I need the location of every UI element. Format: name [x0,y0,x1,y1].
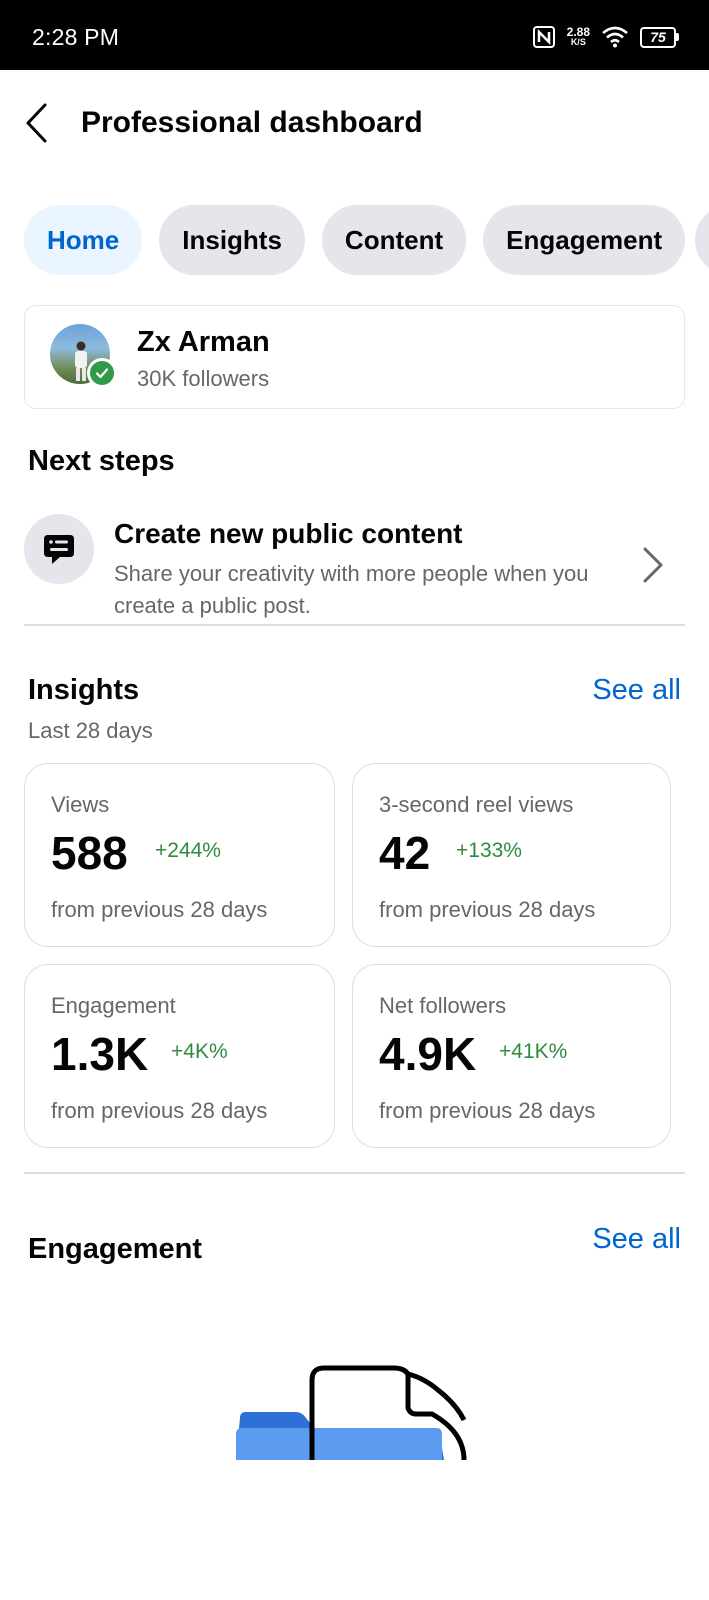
divider [24,1172,685,1174]
back-button[interactable] [18,100,58,146]
status-time: 2:28 PM [32,24,120,50]
card-value: 4.9K [379,1028,477,1080]
wifi-icon [602,26,628,48]
card-label: Views [51,792,110,817]
step-title: Create new public content [114,518,463,549]
profile-name: Zx Arman [137,326,270,358]
chevron-left-icon [26,103,47,143]
card-footnote: from previous 28 days [379,897,596,922]
insights-heading: Insights [28,674,140,706]
profile-followers: 30K followers [137,366,270,391]
insight-card-net-followers[interactable]: Net followers 4.9K +41K% from previous 2… [352,964,671,1148]
step-description: Share your creativity with more people w… [114,561,589,618]
nfc-icon [532,26,555,48]
card-footnote: from previous 28 days [51,897,268,922]
folder-document-icon [234,1365,474,1490]
card-label: Net followers [379,993,507,1018]
engagement-see-all-link[interactable]: See all [592,1223,681,1256]
page-title: Professional dashboard [81,106,423,139]
insights-see-all-link[interactable]: See all [592,674,681,707]
engagement-heading: Engagement [28,1233,203,1265]
tab-home[interactable]: Home [24,205,143,275]
card-delta: +244% [155,839,221,862]
divider [24,624,685,626]
battery-level: 75 [650,29,666,45]
message-post-icon [44,535,74,564]
tab-overflow[interactable] [695,205,709,275]
tab-insights[interactable]: Insights [159,205,305,275]
card-value: 1.3K [51,1028,149,1080]
card-footnote: from previous 28 days [379,1098,596,1123]
insight-card-engagement[interactable]: Engagement 1.3K +4K% from previous 28 da… [24,964,335,1148]
card-delta: +133% [456,839,522,862]
card-delta: +41K% [499,1040,568,1063]
step-icon-container [24,514,94,584]
card-delta: +4K% [171,1040,228,1063]
next-steps-heading: Next steps [28,445,175,477]
tab-bar: Home Insights Content Engagement [24,205,686,275]
insight-card-views[interactable]: Views 588 +244% from previous 28 days [24,763,335,947]
card-label: Engagement [51,993,176,1018]
tab-engagement[interactable]: Engagement [483,205,686,275]
profile-card[interactable]: Zx Arman 30K followers [24,305,685,409]
battery-icon: 75 [640,26,679,48]
card-label: 3-second reel views [379,792,574,817]
card-footnote: from previous 28 days [51,1098,268,1123]
verified-badge-icon [87,358,117,388]
card-value: 588 [51,827,128,879]
status-bar: 2:28 PM 2.88 K/S 75 [0,0,709,70]
insights-period: Last 28 days [28,718,153,743]
network-speed: 2.88 K/S [566,25,590,47]
tab-content[interactable]: Content [321,205,467,275]
card-value: 42 [379,827,431,879]
insight-card-reel-views[interactable]: 3-second reel views 42 +133% from previo… [352,763,671,947]
status-icons: 2.88 K/S 75 [532,24,679,50]
chevron-right-icon[interactable] [640,545,666,585]
